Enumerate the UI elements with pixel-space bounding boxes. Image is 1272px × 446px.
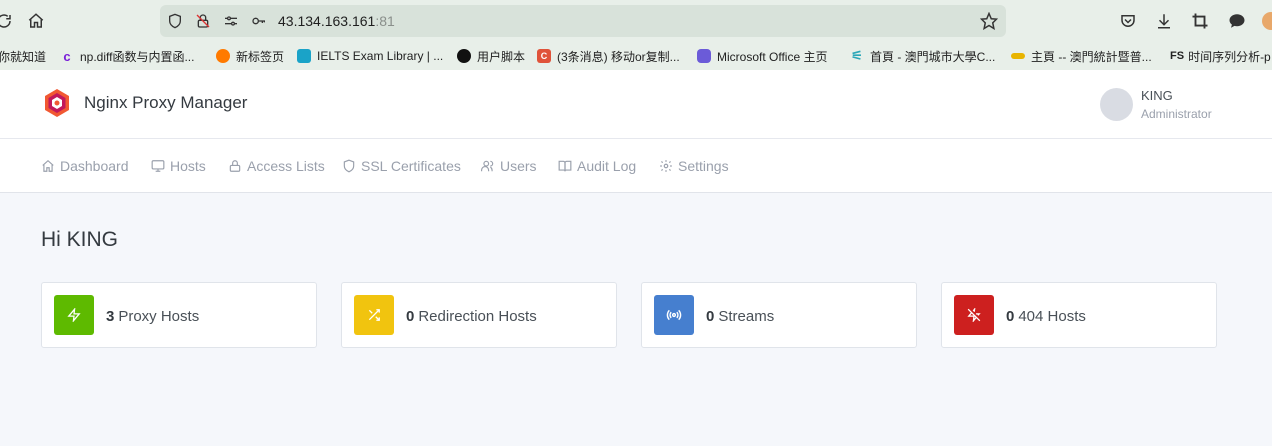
stat-label: 404 Hosts — [1018, 308, 1086, 325]
insecure-lock-icon[interactable] — [194, 12, 212, 30]
user-name[interactable]: KING — [1141, 88, 1173, 103]
tab-label: Settings — [678, 158, 729, 174]
book-icon — [558, 160, 572, 172]
tab-label: Audit Log — [577, 158, 637, 174]
stat-label: Streams — [718, 308, 775, 325]
page-title: Hi KING — [41, 228, 119, 251]
tab-settings[interactable]: Settings — [659, 139, 729, 193]
stat-card-404-hosts[interactable]: 0 404 Hosts — [941, 282, 1217, 348]
pocket-icon[interactable] — [1117, 10, 1139, 32]
url-bar[interactable]: 43.134.163.161:81 — [160, 5, 1006, 37]
download-icon[interactable] — [1153, 10, 1175, 32]
fs-icon: FS — [1170, 50, 1185, 62]
zap-icon — [54, 295, 94, 335]
bookmark-item[interactable]: IELTS Exam Library | ... — [297, 47, 443, 65]
bookmark-item[interactable]: C (3条消息) 移动or复制... — [537, 47, 680, 65]
bookmark-item[interactable]: 用户脚本 — [457, 47, 525, 65]
stats-icon — [1011, 53, 1025, 59]
stat-count: 3 — [106, 308, 115, 325]
c-letter-icon: c — [63, 48, 71, 64]
bookmark-item[interactable]: ⚟ 首頁 - 澳門城市大學C... — [850, 47, 995, 65]
app-header: Nginx Proxy Manager KING Administrator — [0, 70, 1272, 139]
users-icon — [481, 160, 494, 172]
tab-dashboard[interactable]: Dashboard — [41, 139, 129, 193]
stat-count: 0 — [706, 308, 715, 325]
tab-label: Access Lists — [247, 158, 325, 174]
tab-ssl-certificates[interactable]: SSL Certificates — [342, 139, 461, 193]
bookmark-item[interactable]: 你就知道 — [0, 47, 46, 65]
tab-access-lists[interactable]: Access Lists — [228, 139, 325, 193]
stat-count: 0 — [1006, 308, 1015, 325]
permissions-icon[interactable] — [222, 12, 240, 30]
main-nav: Dashboard Hosts Access Lists SSL Certifi… — [0, 139, 1272, 193]
lock-icon — [229, 160, 241, 172]
shield-icon — [343, 159, 355, 173]
stat-card-streams[interactable]: 0 Streams — [641, 282, 917, 348]
home-button-icon[interactable] — [24, 9, 48, 33]
gear-icon — [660, 160, 672, 172]
avatar[interactable] — [1100, 88, 1133, 121]
shuffle-icon — [354, 295, 394, 335]
tracking-shield-icon[interactable] — [166, 12, 184, 30]
bookmark-item[interactable]: c np.diff函数与内置函... — [60, 47, 194, 65]
tab-label: SSL Certificates — [361, 158, 461, 174]
stat-label: Redirection Hosts — [418, 308, 537, 325]
tab-audit-log[interactable]: Audit Log — [558, 139, 636, 193]
stat-card-proxy-hosts[interactable]: 3 Proxy Hosts — [41, 282, 317, 348]
nginx-proxy-manager-logo-icon[interactable] — [42, 88, 72, 118]
tab-label: Dashboard — [60, 158, 129, 174]
crop-icon[interactable] — [1189, 10, 1211, 32]
zap-off-icon — [954, 295, 994, 335]
extension-avatar-icon[interactable] — [1260, 10, 1272, 32]
chat-icon[interactable] — [1226, 10, 1248, 32]
reload-icon[interactable] — [0, 9, 16, 33]
tab-label: Hosts — [170, 158, 206, 174]
script-icon — [457, 49, 471, 63]
tab-label: Users — [500, 158, 537, 174]
bookmark-item[interactable]: 新标签页 — [216, 47, 284, 65]
user-role: Administrator — [1141, 107, 1212, 121]
home-icon — [42, 159, 54, 172]
radio-icon — [654, 295, 694, 335]
bookmark-star-icon[interactable] — [980, 12, 998, 30]
bookmarks-bar: 你就知道 c np.diff函数与内置函... 新标签页 IELTS Exam … — [0, 42, 1272, 70]
key-icon[interactable] — [250, 12, 268, 30]
bookmark-item[interactable]: Microsoft Office 主页 — [697, 47, 827, 65]
stat-card-redirection-hosts[interactable]: 0 Redirection Hosts — [341, 282, 617, 348]
office-icon — [697, 49, 711, 63]
bookmark-item[interactable]: FS 时间序列分析-p — [1170, 47, 1271, 65]
firefox-icon — [216, 49, 230, 63]
stat-count: 0 — [406, 308, 415, 325]
monitor-icon — [151, 160, 165, 172]
browser-toolbar: 43.134.163.161:81 — [0, 0, 1272, 42]
university-icon: ⚟ — [851, 48, 863, 63]
bookmark-item[interactable]: 主頁 -- 澳門統計暨普... — [1011, 47, 1152, 65]
tab-hosts[interactable]: Hosts — [151, 139, 206, 193]
c-letter-icon: C — [537, 49, 551, 63]
tab-users[interactable]: Users — [481, 139, 537, 193]
url-text: 43.134.163.161:81 — [278, 13, 395, 29]
ielts-icon — [297, 49, 311, 63]
stat-label: Proxy Hosts — [118, 308, 200, 325]
app-name[interactable]: Nginx Proxy Manager — [84, 93, 247, 113]
